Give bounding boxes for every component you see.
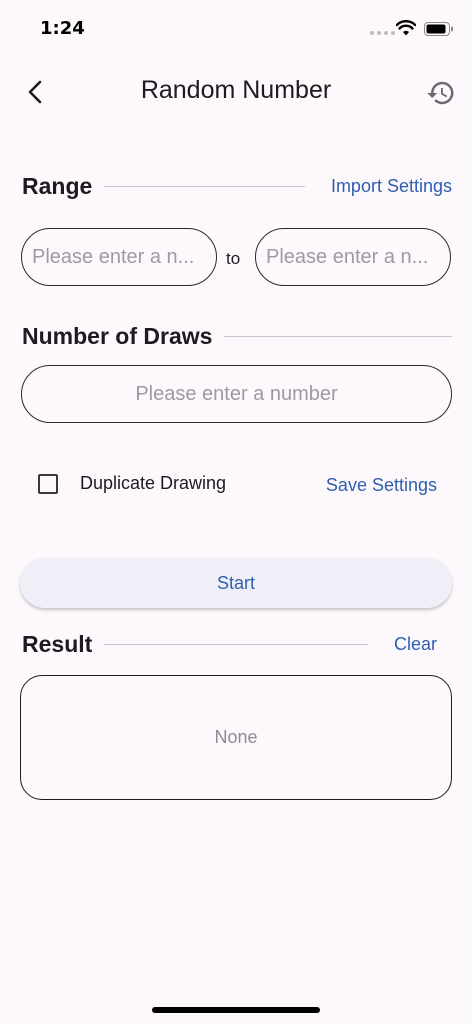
battery-icon: [424, 22, 453, 36]
app-bar: Random Number: [0, 60, 472, 124]
page-title: Random Number: [140, 76, 332, 104]
result-value: None: [214, 727, 258, 747]
result-title: Result: [22, 630, 93, 657]
status-bar: 1:24: [0, 0, 472, 60]
range-to-label: to: [226, 249, 241, 268]
duplicate-drawing-label: Duplicate Drawing: [80, 473, 227, 493]
duplicate-drawing-checkbox[interactable]: Duplicate Drawing: [38, 473, 226, 494]
range-max-input[interactable]: [255, 228, 451, 286]
draws-divider: [224, 335, 452, 337]
result-divider: [104, 643, 368, 645]
status-time: 1:24: [40, 18, 85, 39]
cellular-signal-icon: [370, 31, 395, 35]
chevron-left-icon[interactable]: [22, 78, 50, 106]
range-title: Range: [22, 172, 93, 199]
draws-header: Number of Draws: [22, 320, 452, 352]
range-min-input[interactable]: [21, 228, 217, 286]
range-divider: [104, 185, 305, 187]
draws-title: Number of Draws: [22, 322, 213, 349]
range-header: Range Import Settings: [22, 170, 452, 202]
wifi-icon: [396, 20, 416, 36]
home-indicator: [152, 1007, 320, 1013]
draws-input[interactable]: [21, 365, 452, 423]
clear-button[interactable]: Clear: [394, 634, 437, 655]
save-settings-button[interactable]: Save Settings: [326, 475, 437, 496]
result-header: Result Clear: [22, 628, 452, 660]
result-box: None: [20, 675, 452, 800]
checkbox-icon[interactable]: [38, 473, 58, 494]
start-button[interactable]: Start: [20, 558, 452, 608]
history-icon[interactable]: [426, 78, 456, 108]
import-settings-button[interactable]: Import Settings: [331, 176, 452, 197]
